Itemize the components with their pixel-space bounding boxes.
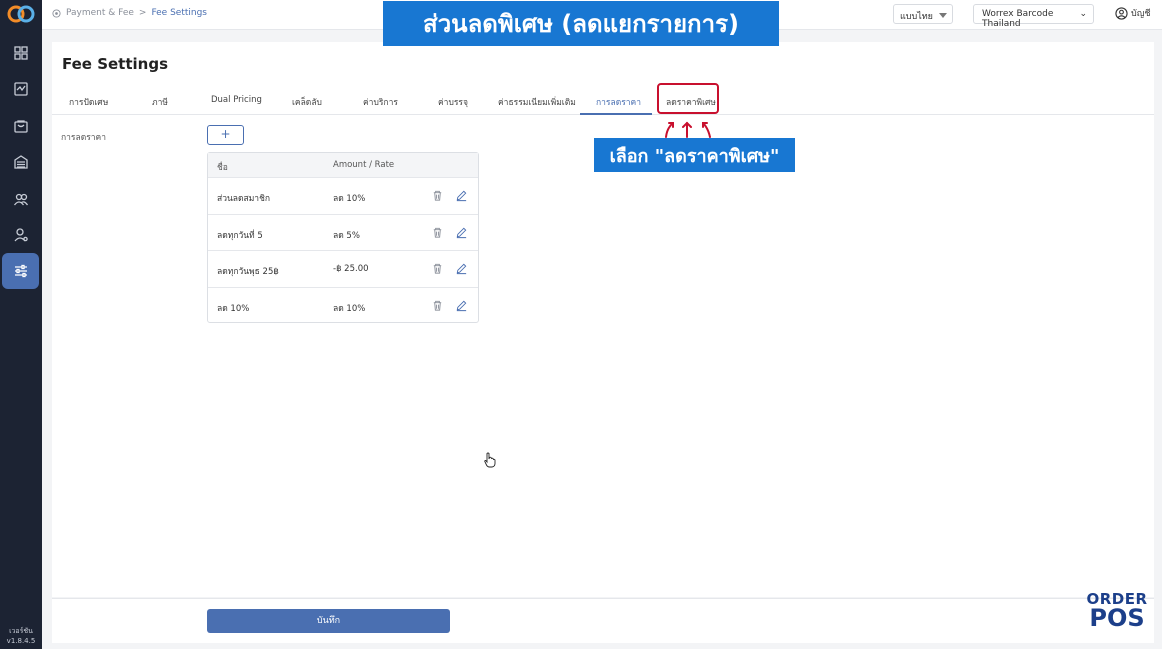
brand-bottom-text: POS (1089, 604, 1145, 632)
row-amount: -฿ 25.00 (333, 264, 369, 274)
tab-service-charge[interactable]: ค่าบริการ (363, 95, 398, 109)
row-name: ลด 10% (217, 303, 250, 314)
tab-highlight-box (657, 83, 719, 114)
version-label: เวอร์ชัน (9, 627, 33, 635)
store-select[interactable]: Worrex Barcode Thailand ⌄ (973, 4, 1094, 29)
breadcrumb-current: Fee Settings (151, 8, 207, 18)
account-menu[interactable]: บัญชี (1115, 6, 1151, 20)
trash-icon[interactable] (431, 189, 444, 202)
staff-icon[interactable] (2, 217, 39, 253)
table-row: ลด 10% ลด 10% (208, 288, 478, 325)
column-header-name: ชื่อ (217, 163, 228, 173)
annotation-select-banner: เลือก "ลดราคาพิเศษ" (594, 138, 795, 172)
breadcrumb-parent[interactable]: Payment & Fee (66, 8, 134, 18)
discount-table: ชื่อ Amount / Rate ส่วนลดสมาชิก ลด 10% ล… (207, 152, 479, 323)
row-amount: ลด 10% (333, 303, 366, 314)
row-name: ส่วนลดสมาชิก (217, 194, 270, 204)
tab-discounts[interactable]: การลดราคา (596, 95, 641, 109)
language-select[interactable]: แบบไทย (893, 4, 953, 24)
edit-pencil-icon[interactable] (455, 226, 468, 239)
edit-pencil-icon[interactable] (455, 262, 468, 275)
edit-pencil-icon[interactable] (455, 189, 468, 202)
customers-icon[interactable] (2, 181, 39, 217)
trash-icon[interactable] (431, 262, 444, 275)
trash-icon[interactable] (431, 226, 444, 239)
grid-icon[interactable] (2, 35, 39, 71)
orderpos-brand-logo: ORDER POS (1084, 590, 1150, 638)
table-row: ส่วนลดสมาชิก ลด 10% (208, 178, 478, 215)
trash-icon[interactable] (431, 299, 444, 312)
row-amount: ลด 10% (333, 194, 366, 204)
settings-sliders-icon[interactable] (2, 253, 39, 289)
annotation-title-banner: ส่วนลดพิเศษ (ลดแยกรายการ) (383, 1, 779, 46)
edit-pencil-icon[interactable] (455, 299, 468, 312)
main-content: Fee Settings การปัดเศษ ภาษี Dual Pricing… (52, 42, 1154, 597)
tab-tax[interactable]: ภาษี (152, 95, 168, 109)
column-header-amount: Amount / Rate (333, 160, 395, 170)
tab-packaging[interactable]: ค่าบรรจุ (438, 95, 468, 109)
table-row: ลดทุกวันที่ 5 ลด 5% (208, 215, 478, 251)
bag-icon[interactable] (2, 108, 39, 144)
row-name: ลดทุกวันพุธ 25฿ (217, 267, 279, 277)
section-label: การลดราคา (61, 133, 107, 143)
page-title: Fee Settings (62, 55, 169, 73)
sidebar: เวอร์ชัน v1.8.4.5 (0, 0, 42, 649)
hand-cursor-icon (484, 452, 496, 468)
save-button[interactable]: บันทึก (207, 609, 450, 633)
caret-down-icon (939, 13, 947, 18)
annotation-arrows-icon (665, 121, 711, 138)
inventory-icon[interactable] (2, 144, 39, 180)
breadcrumb-separator: > (138, 8, 147, 18)
chevron-down-icon: ⌄ (1079, 9, 1087, 19)
account-label: บัญชี (1131, 9, 1151, 19)
version-number: v1.8.4.5 (6, 637, 36, 645)
sales-icon[interactable] (2, 71, 39, 107)
breadcrumb: Payment & Fee > Fee Settings (52, 8, 207, 18)
tab-rounding[interactable]: การปัดเศษ (69, 95, 108, 109)
table-row: ลดทุกวันพุธ 25฿ -฿ 25.00 (208, 251, 478, 288)
table-header: ชื่อ Amount / Rate (208, 153, 478, 178)
app-logo-icon[interactable] (6, 4, 36, 24)
user-circle-icon (1115, 6, 1128, 20)
tab-bar: การปัดเศษ ภาษี Dual Pricing เคล็ดลับ ค่า… (52, 87, 1154, 115)
active-tab-indicator (580, 113, 652, 115)
bottom-bar: บันทึก (52, 598, 1154, 643)
row-name: ลดทุกวันที่ 5 (217, 230, 263, 241)
tab-additional-fees[interactable]: ค่าธรรมเนียมเพิ่มเติม (498, 95, 576, 109)
tab-dual-pricing[interactable]: Dual Pricing (211, 95, 262, 105)
payment-icon (52, 8, 61, 18)
store-value: Worrex Barcode Thailand (982, 9, 1054, 29)
tab-tips[interactable]: เคล็ดลับ (292, 95, 322, 109)
add-discount-button[interactable]: + (207, 125, 244, 145)
language-value: แบบไทย (900, 12, 933, 22)
row-amount: ลด 5% (333, 230, 360, 241)
